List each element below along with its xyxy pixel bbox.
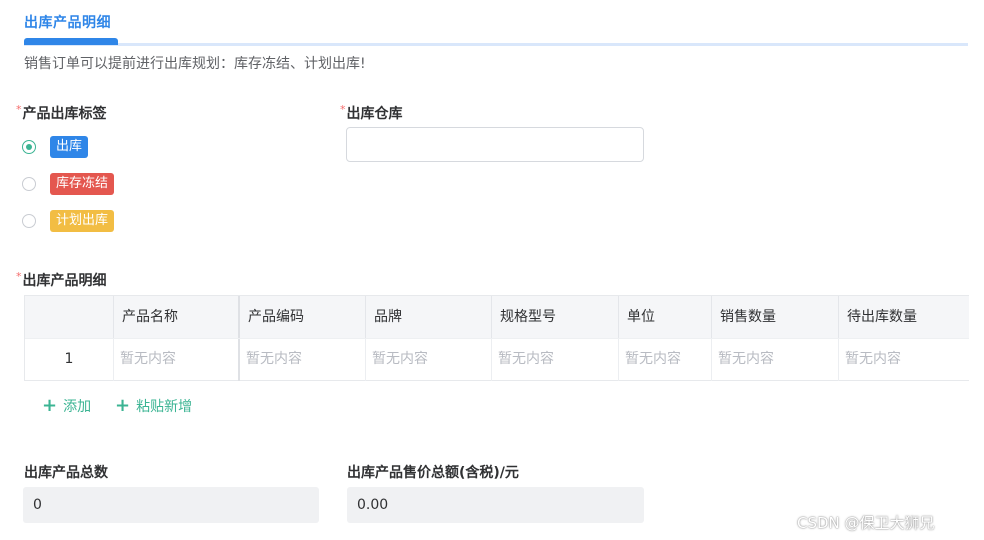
table-cell[interactable]: 暂无内容 <box>618 339 711 381</box>
column-header: 产品编码 <box>238 296 365 338</box>
plus-icon: + <box>42 395 58 416</box>
column-header: 规格型号 <box>491 296 618 338</box>
required-mark: * <box>340 103 346 116</box>
radio-button-checked[interactable] <box>22 140 36 154</box>
tab-active-indicator <box>24 38 118 45</box>
warehouse-label: *出库仓库 <box>340 103 403 123</box>
tag-planned-outbound: 计划出库 <box>50 210 115 232</box>
add-label: 添加 <box>63 399 92 415</box>
table-cell[interactable]: 暂无内容 <box>491 339 618 381</box>
tag-outbound: 出库 <box>50 136 89 158</box>
detail-label: *出库产品明细 <box>16 270 107 290</box>
warehouse-label-text: 出库仓库 <box>346 106 403 122</box>
table-cell[interactable]: 暂无内容 <box>711 339 838 381</box>
notice-text: 销售订单可以提前进行出库规划：库存冻结、计划出库! <box>24 56 366 72</box>
table-cell[interactable]: 暂无内容 <box>838 339 969 381</box>
radio-option-planned[interactable]: 计划出库 <box>22 208 115 234</box>
required-mark: * <box>16 103 22 116</box>
row-index: 1 <box>64 351 74 367</box>
paste-add-button[interactable]: + 粘贴新增 <box>115 396 192 416</box>
total-amount-field: 0.00 <box>347 487 644 523</box>
watermark: CSDN @保卫大狮兄 <box>797 514 935 532</box>
table-cell[interactable]: 暂无内容 <box>238 339 365 381</box>
column-header: 销售数量 <box>711 296 838 338</box>
tags-label: *产品出库标签 <box>16 103 107 123</box>
radio-option-outbound[interactable]: 出库 <box>22 134 89 160</box>
header-index-cell <box>25 296 113 338</box>
total-count-field: 0 <box>23 487 319 523</box>
product-detail-table: 产品名称 产品编码 品牌 规格型号 单位 销售数量 待出库数量 1 暂无内容 暂… <box>24 295 969 381</box>
radio-option-freeze[interactable]: 库存冻结 <box>22 171 115 197</box>
radio-button[interactable] <box>22 214 36 228</box>
detail-label-text: 出库产品明细 <box>22 273 107 289</box>
warehouse-input[interactable] <box>346 127 644 162</box>
add-button[interactable]: + 添加 <box>42 396 91 416</box>
total-count-label: 出库产品总数 <box>24 465 108 481</box>
column-header: 单位 <box>618 296 711 338</box>
column-header: 待出库数量 <box>838 296 969 338</box>
total-amount-label: 出库产品售价总额(含税)/元 <box>347 465 519 481</box>
column-header: 产品名称 <box>113 296 238 338</box>
tags-label-text: 产品出库标签 <box>22 106 107 122</box>
tab-underline-track <box>24 43 968 46</box>
table-row[interactable]: 1 暂无内容 暂无内容 暂无内容 暂无内容 暂无内容 暂无内容 暂无内容 <box>25 338 969 381</box>
tag-stock-freeze: 库存冻结 <box>50 173 115 195</box>
table-cell[interactable]: 暂无内容 <box>365 339 491 381</box>
paste-add-label: 粘贴新增 <box>136 399 193 415</box>
column-header: 品牌 <box>365 296 491 338</box>
plus-icon: + <box>115 395 131 416</box>
table-header: 产品名称 产品编码 品牌 规格型号 单位 销售数量 待出库数量 <box>25 296 969 338</box>
tab-product-detail[interactable]: 出库产品明细 <box>24 12 111 32</box>
radio-button[interactable] <box>22 177 36 191</box>
table-cell[interactable]: 暂无内容 <box>113 339 238 381</box>
required-mark: * <box>16 270 22 283</box>
